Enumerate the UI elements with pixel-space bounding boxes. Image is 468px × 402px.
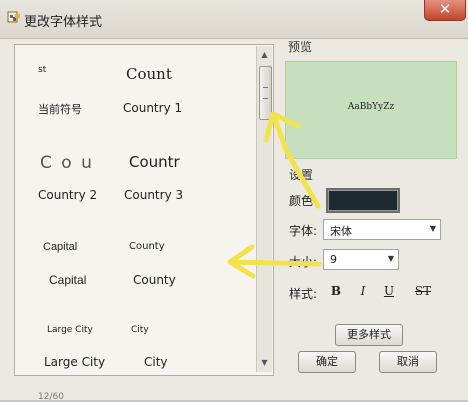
font-label: 字体: — [289, 224, 318, 238]
list-item[interactable]: Country 1 — [123, 101, 182, 115]
list-item[interactable]: City — [144, 355, 168, 369]
list-item[interactable]: C o u — [40, 153, 94, 173]
font-style-list[interactable]: st Count 当前符号 Country 1 C o u Countr Cou… — [14, 44, 274, 376]
preview-sample-text: AaBbYyZz — [347, 102, 395, 112]
font-select-value: 宋体 — [330, 225, 352, 238]
cancel-button[interactable]: 取消 — [379, 351, 437, 373]
strikethrough-button[interactable]: ST — [414, 283, 432, 299]
scrollbar-thumb[interactable] — [259, 66, 272, 120]
list-item[interactable]: st — [38, 65, 46, 75]
style-label: 样式: — [289, 287, 318, 301]
chevron-down-icon: ▼ — [429, 224, 436, 233]
preview-group-label: 预览 — [288, 40, 313, 54]
list-item[interactable]: Large City — [47, 325, 93, 335]
list-item[interactable]: County — [129, 241, 165, 252]
size-label: 大小: — [289, 255, 318, 269]
list-item[interactable]: 当前符号 — [38, 101, 82, 117]
grip-icon — [263, 87, 268, 99]
window-title: 更改字体样式 — [24, 15, 103, 30]
list-item[interactable]: Country 2 — [38, 188, 97, 202]
size-select[interactable]: 9 ▼ — [323, 249, 399, 270]
list-item[interactable]: County — [133, 273, 176, 287]
font-style-dialog: 更改字体样式 ✕ st Count 当前符号 Country 1 C o u C… — [0, 0, 468, 402]
scroll-down-arrow-icon[interactable]: ▼ — [257, 356, 272, 370]
list-item[interactable]: Capital — [49, 273, 86, 287]
ok-button[interactable]: 确定 — [298, 351, 356, 373]
chevron-down-icon: ▼ — [387, 254, 394, 263]
list-item[interactable]: Country 3 — [124, 188, 183, 202]
list-item[interactable]: Countr — [129, 153, 180, 171]
list-item[interactable]: Large City — [44, 355, 105, 369]
list-item[interactable]: Capital — [43, 241, 77, 253]
settings-group-label: 设置 — [289, 168, 314, 182]
color-picker-button[interactable] — [326, 188, 400, 213]
list-item[interactable]: City — [131, 325, 149, 335]
list-item[interactable]: Count — [126, 65, 172, 83]
bold-button[interactable]: B — [327, 283, 345, 299]
scroll-up-arrow-icon[interactable]: ▲ — [257, 48, 272, 62]
italic-button[interactable]: I — [354, 283, 372, 299]
status-text: 12/60 — [38, 392, 64, 402]
close-button[interactable]: ✕ — [424, 0, 466, 21]
color-label: 颜色: — [289, 194, 318, 208]
app-icon — [7, 11, 20, 23]
preview-box: AaBbYyZz — [285, 61, 457, 159]
font-select[interactable]: 宋体 ▼ — [323, 219, 441, 240]
size-select-value: 9 — [330, 253, 337, 266]
underline-button[interactable]: U — [380, 283, 398, 299]
title-bar: 更改字体样式 ✕ — [0, 0, 468, 39]
list-scrollbar[interactable]: ▲ ▼ — [256, 46, 272, 372]
more-styles-button[interactable]: 更多样式 — [335, 324, 403, 346]
